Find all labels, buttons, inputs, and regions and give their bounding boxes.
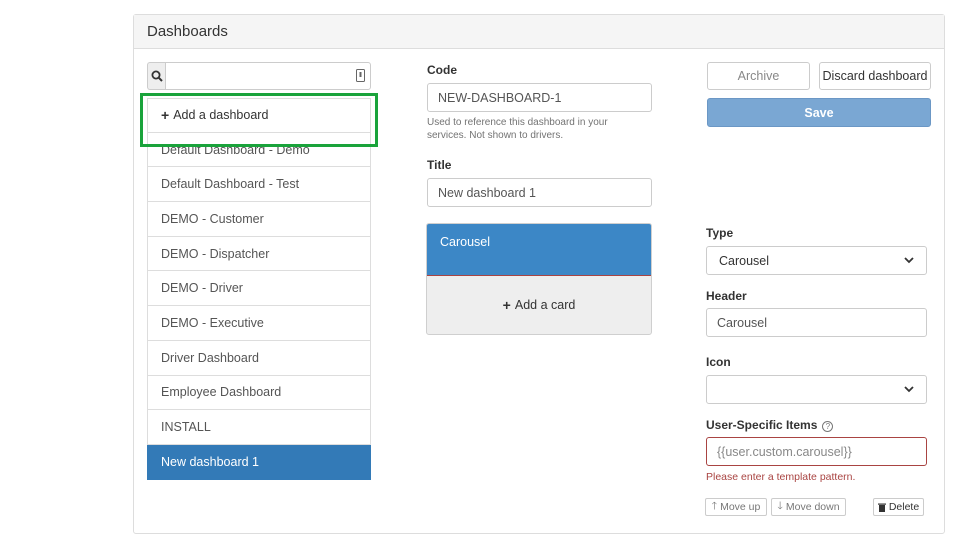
list-item[interactable]: Employee Dashboard	[147, 375, 371, 411]
list-item-label: DEMO - Dispatcher	[161, 246, 270, 261]
add-card-button[interactable]: + Add a card	[427, 276, 651, 334]
search-group	[147, 62, 371, 90]
arrow-down-icon: 🡓	[777, 500, 783, 512]
code-field[interactable]	[427, 83, 652, 112]
search-icon[interactable]	[147, 62, 165, 90]
arrow-up-icon: 🡑	[711, 500, 718, 512]
code-help-line: services. Not shown to drivers.	[427, 130, 564, 141]
list-item[interactable]: DEMO - Customer	[147, 202, 371, 237]
code-help-text: Used to reference this dashboard in your…	[427, 116, 608, 142]
cards-box: Carousel + Add a card	[426, 223, 652, 335]
add-card-label: Add a card	[514, 298, 576, 312]
list-item[interactable]: DEMO - Dispatcher	[147, 236, 371, 272]
password-manager-icon[interactable]	[356, 69, 365, 87]
list-item-label: Employee Dashboard	[161, 385, 282, 400]
save-button[interactable]: Save	[707, 98, 931, 127]
user-items-label-row: User-Specific Items?	[706, 418, 834, 432]
discard-dashboard-button[interactable]: Discard dashboard	[819, 62, 931, 90]
header-label: Header	[706, 289, 747, 303]
user-items-label: User-Specific Items	[706, 418, 818, 432]
search-input[interactable]	[165, 62, 371, 90]
list-item-label: DEMO - Driver	[161, 281, 243, 296]
list-item-label: Driver Dashboard	[161, 350, 259, 365]
list-item[interactable]: DEMO - Executive	[147, 306, 371, 341]
add-dashboard-label: Add a dashboard	[173, 108, 269, 123]
trash-icon	[877, 503, 886, 512]
dashboard-list: + Add a dashboard Default Dashboard - De…	[147, 98, 371, 480]
list-item[interactable]: INSTALL	[147, 410, 371, 445]
code-label: Code	[427, 63, 457, 77]
help-icon[interactable]: ?	[822, 421, 834, 432]
move-down-label: Move down	[785, 501, 840, 513]
code-help-line: Used to reference this dashboard in your	[427, 117, 608, 128]
icon-select[interactable]	[706, 375, 927, 404]
list-item-label: Default Dashboard - Demo	[161, 142, 310, 157]
list-item-active[interactable]: New dashboard 1	[147, 444, 371, 480]
list-item-label: Default Dashboard - Test	[161, 177, 300, 192]
plus-icon: +	[502, 297, 511, 313]
archive-button[interactable]: Archive	[707, 62, 810, 90]
delete-label: Delete	[888, 501, 920, 513]
user-items-field[interactable]	[706, 437, 927, 466]
add-dashboard-item[interactable]: + Add a dashboard	[147, 98, 371, 133]
delete-button[interactable]: Delete	[873, 498, 924, 516]
list-item-label: DEMO - Executive	[161, 315, 264, 330]
list-item[interactable]: Driver Dashboard	[147, 340, 371, 376]
title-label: Title	[427, 158, 452, 172]
list-item[interactable]: Default Dashboard - Demo	[147, 132, 371, 168]
list-item[interactable]: Default Dashboard - Test	[147, 167, 371, 203]
panel-title: Dashboards	[134, 15, 944, 49]
plus-icon: +	[161, 107, 170, 124]
icon-label: Icon	[706, 355, 731, 369]
list-item-label: INSTALL	[161, 420, 211, 435]
move-up-button[interactable]: 🡑 Move up	[705, 498, 767, 516]
move-up-label: Move up	[720, 501, 761, 513]
move-down-button[interactable]: 🡓 Move down	[771, 498, 846, 516]
chevron-down-icon	[904, 386, 914, 393]
header-field[interactable]	[706, 308, 927, 337]
list-item[interactable]: DEMO - Driver	[147, 271, 371, 307]
type-select-value: Carousel	[719, 253, 770, 268]
list-item-label: DEMO - Customer	[161, 211, 264, 226]
card-carousel[interactable]: Carousel	[427, 224, 651, 276]
list-item-label: New dashboard 1	[161, 454, 259, 469]
type-select[interactable]: Carousel	[706, 246, 927, 275]
user-items-error: Please enter a template pattern.	[706, 471, 856, 483]
chevron-down-icon	[904, 257, 914, 264]
type-label: Type	[706, 226, 734, 240]
title-field[interactable]	[427, 178, 652, 207]
